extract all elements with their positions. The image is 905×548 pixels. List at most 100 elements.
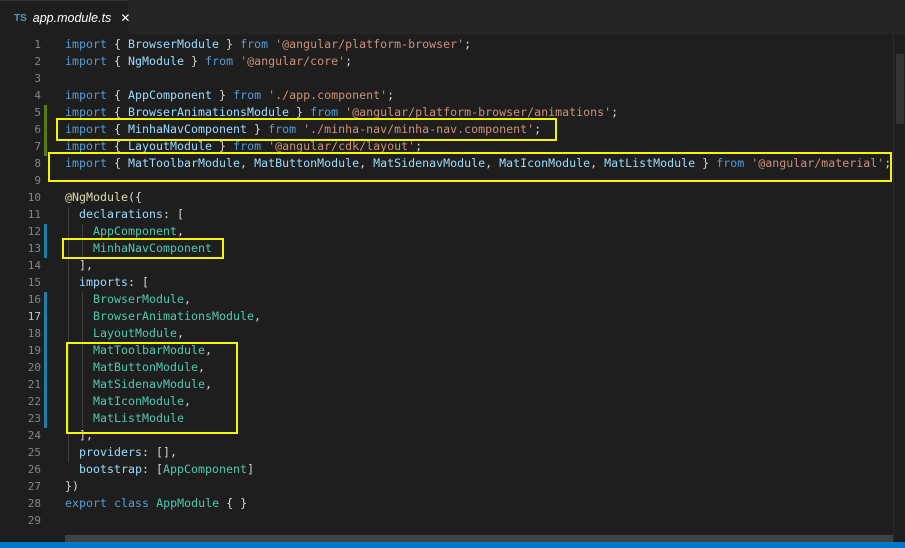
code-line[interactable]: 3 xyxy=(0,70,893,87)
code-text: MatIconModule, xyxy=(65,393,191,410)
code-token: import xyxy=(65,88,108,102)
code-token: , xyxy=(177,224,185,238)
code-token: : [ xyxy=(163,207,185,221)
code-line[interactable]: 8 import { MatToolbarModule, MatButtonMod… xyxy=(0,155,893,172)
code-token: { xyxy=(107,156,129,170)
code-text: imports: [ xyxy=(65,274,149,291)
tab-filename: app.module.ts xyxy=(32,11,112,25)
code-token: bootstrap xyxy=(79,462,143,476)
code-token: AppComponent xyxy=(128,88,213,102)
code-token: class xyxy=(114,496,150,510)
code-token: @NgModule xyxy=(65,190,129,204)
code-line[interactable]: 2 import { NgModule } from '@angular/core… xyxy=(0,53,893,70)
code-token: './app.component' xyxy=(268,88,388,102)
code-line[interactable]: 28 export class AppModule { } xyxy=(0,495,893,512)
code-token: AppComponent xyxy=(93,224,178,238)
code-line[interactable]: 18 LayoutModule, xyxy=(0,325,893,342)
code-token: } xyxy=(247,122,269,136)
code-token: MinhaNavComponent xyxy=(93,241,213,255)
code-token: MatButtonModule xyxy=(254,156,360,170)
code-token: , xyxy=(184,292,192,306)
code-token: { xyxy=(107,139,129,153)
code-token: LayoutModule xyxy=(93,326,178,340)
vertical-scrollbar[interactable] xyxy=(893,34,905,542)
code-token: import xyxy=(65,122,108,136)
code-token: ] xyxy=(247,462,255,476)
line-number: 24 xyxy=(27,429,41,442)
code-token: , xyxy=(590,156,605,170)
code-line[interactable]: 22 MatIconModule, xyxy=(0,393,893,410)
line-number: 18 xyxy=(27,327,41,340)
code-token: ; xyxy=(345,54,353,68)
code-token: ({ xyxy=(128,190,143,204)
scrollbar-thumb[interactable] xyxy=(896,54,904,124)
code-token: MatSidenavModule xyxy=(373,156,486,170)
code-line[interactable]: 5 import { BrowserAnimationsModule } from… xyxy=(0,104,893,121)
code-token: { xyxy=(107,37,129,51)
code-token: } xyxy=(219,37,241,51)
code-text: MatToolbarModule, xyxy=(65,342,212,359)
code-token: from xyxy=(240,37,269,51)
code-token: from xyxy=(716,156,745,170)
tab-app-module[interactable]: TS app.module.ts ✕ xyxy=(0,0,130,35)
code-text: bootstrap: [AppComponent] xyxy=(65,461,254,478)
code-line[interactable]: 25 providers: [], xyxy=(0,444,893,461)
code-line[interactable]: 1 import { BrowserModule } from '@angular… xyxy=(0,36,893,53)
line-number: 23 xyxy=(27,412,41,425)
line-number: 5 xyxy=(34,106,41,119)
code-line[interactable]: 14 ], xyxy=(0,257,893,274)
code-text: ], xyxy=(65,427,93,444)
code-token: : [ xyxy=(128,275,150,289)
code-token: AppComponent xyxy=(163,462,248,476)
code-line[interactable]: 12 AppComponent, xyxy=(0,223,893,240)
code-line[interactable]: 21 MatSidenavModule, xyxy=(0,376,893,393)
code-line[interactable]: 29 xyxy=(0,512,893,529)
code-token: }) xyxy=(65,479,80,493)
code-token: , xyxy=(177,326,185,340)
code-token: from xyxy=(310,105,339,119)
code-line[interactable]: 27}) xyxy=(0,478,893,495)
code-line[interactable]: 13 MinhaNavComponent xyxy=(0,240,893,257)
code-token: MatIconModule xyxy=(93,394,185,408)
line-number: 10 xyxy=(27,191,41,204)
code-text: declarations: [ xyxy=(65,206,184,223)
code-token: './minha-nav/minha-nav.component' xyxy=(303,122,535,136)
line-number: 16 xyxy=(27,293,41,306)
code-line[interactable]: 15 imports: [ xyxy=(0,274,893,291)
code-line[interactable]: 10 @NgModule({ xyxy=(0,189,893,206)
code-line[interactable]: 11 declarations: [ xyxy=(0,206,893,223)
code-token: '@angular/cdk/layout' xyxy=(268,139,416,153)
code-line[interactable]: 20 MatButtonModule, xyxy=(0,359,893,376)
code-token: import xyxy=(65,156,108,170)
code-line[interactable]: 19 MatToolbarModule, xyxy=(0,342,893,359)
code-line[interactable]: 26 bootstrap: [AppComponent] xyxy=(0,461,893,478)
code-line[interactable]: 7 import { LayoutModule } from '@angular/… xyxy=(0,138,893,155)
line-number: 22 xyxy=(27,395,41,408)
line-number: 9 xyxy=(34,174,41,187)
code-line[interactable]: 4 import { AppComponent } from './app.com… xyxy=(0,87,893,104)
code-token: MatButtonModule xyxy=(93,360,199,374)
code-text: MatListModule xyxy=(65,410,184,427)
code-line[interactable]: 16 BrowserModule, xyxy=(0,291,893,308)
code-token: , xyxy=(198,360,206,374)
code-line[interactable]: 6 import { MinhaNavComponent } from './mi… xyxy=(0,121,893,138)
code-text: BrowserAnimationsModule, xyxy=(65,308,261,325)
code-line[interactable]: 24 ], xyxy=(0,427,893,444)
code-token: import xyxy=(65,105,108,119)
line-number: 21 xyxy=(27,378,41,391)
code-token: BrowserModule xyxy=(128,37,220,51)
code-text: import { BrowserModule } from '@angular/… xyxy=(65,36,471,53)
code-editor[interactable]: 1 import { BrowserModule } from '@angular… xyxy=(0,34,893,542)
line-number: 3 xyxy=(34,72,41,85)
close-icon[interactable]: ✕ xyxy=(120,11,130,25)
code-token: MatListModule xyxy=(604,156,696,170)
code-token: MatIconModule xyxy=(499,156,591,170)
code-line[interactable]: 23 MatListModule xyxy=(0,410,893,427)
code-token: ; xyxy=(884,156,892,170)
code-line[interactable]: 9 xyxy=(0,172,893,189)
line-number: 17 xyxy=(27,310,41,323)
code-line[interactable]: 17 BrowserAnimationsModule, xyxy=(0,308,893,325)
